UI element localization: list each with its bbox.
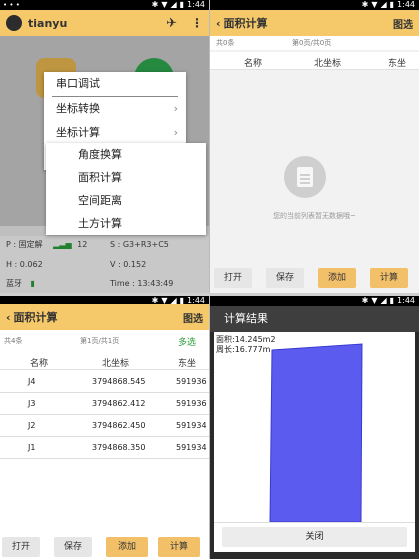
wifi-icon: ▼ [371,296,378,305]
table-header: 名称 北坐标 东坐 [210,52,419,70]
list-info-bar: 共4条 第1页/共1页 多选 [0,334,209,348]
empty-message: 您的当前列表暂无数据哦~ [273,212,356,220]
signal-icon: ◢ [380,296,387,305]
record-count: 共0条 [216,39,235,47]
bluetooth-icon: ✱ [361,296,369,305]
add-button[interactable]: 添加 [318,268,356,288]
column-east: 东坐 [178,359,197,369]
list-info-bar: 共0条 第0页/共0页 [210,36,419,50]
row-east: 591936 [176,399,207,408]
area-app-bar: ‹ 面积计算 图选 [210,10,419,36]
app-logo-icon [6,15,22,31]
battery-icon: ▮ [179,0,185,9]
chevron-right-icon: › [173,102,178,115]
wifi-icon: ▼ [161,0,168,9]
row-east: 591934 [176,421,207,430]
column-name: 名称 [30,359,49,369]
overflow-menu-icon[interactable]: ⋮ [191,16,203,30]
row-north: 3794868.545 [92,377,146,386]
column-north: 北坐标 [102,359,130,369]
action-bar: 打开 保存 添加 计算 [210,268,419,290]
column-name: 名称 [244,59,263,69]
add-button[interactable]: 添加 [106,537,148,557]
empty-list-icon [284,156,326,198]
map-select-button[interactable]: 图选 [183,310,203,325]
area-polygon-plot [269,343,363,522]
area-calc-list-screen: ✱ ▼ ◢ ▮ 1:44 ‹ 面积计算 图选 共4条 第1页/共1页 多选 名称… [0,296,209,559]
chevron-right-icon: › [173,126,178,139]
signal-icon: ◢ [170,0,177,9]
bluetooth-icon: ✱ [361,0,369,9]
row-north: 3794868.350 [92,443,146,452]
bluetooth-icon: ✱ [151,0,159,9]
map-select-button[interactable]: 图选 [393,16,413,31]
status-bar: ✱ ▼ ◢ ▮ 1:44 [210,296,419,306]
status-time: 1:44 [187,0,205,9]
submenu-item-area[interactable]: 面积计算 [46,166,206,189]
save-button[interactable]: 保存 [54,537,92,557]
menu-item-coord-convert[interactable]: 坐标转换 › [44,97,186,121]
status-time: 1:44 [397,296,415,305]
document-icon [297,167,313,187]
calc-result-screen: ✱ ▼ ◢ ▮ 1:44 计算结果 面积:14.245m2 周长:16.777m… [210,296,419,559]
wifi-icon: ▼ [371,0,378,9]
back-icon[interactable]: ‹ [6,311,11,324]
calculate-button[interactable]: 计算 [158,537,200,557]
coord-calc-submenu: 角度换算 面积计算 空间距离 土方计算 [46,143,206,235]
battery-icon: ▮ [389,296,395,305]
home-screen: • • • ✱ ▼ ◢ ▮ 1:44 tianyu ✈ ⋮ P : 固定解 ▂▃… [0,0,209,293]
table-header: 名称 北坐标 东坐 [0,352,209,370]
menu-item-label: 坐标转换 [56,102,100,115]
result-dialog-footer: 关闭 [214,522,415,552]
open-button[interactable]: 打开 [214,268,252,288]
multi-select-button[interactable]: 多选 [178,335,196,348]
save-button[interactable]: 保存 [266,268,304,288]
menu-item-serial-debug[interactable]: 串口调试 [44,72,186,96]
menu-item-label: 坐标计算 [56,126,100,139]
area-app-bar: ‹ 面积计算 图选 [0,304,209,330]
record-count: 共4条 [4,337,23,345]
row-east: 591936 [176,377,207,386]
area-polygon [269,343,363,522]
table-row[interactable]: J3 3794862.412 591936 [0,393,209,415]
result-dialog-title: 计算结果 [210,306,419,332]
submenu-item-distance[interactable]: 空间距离 [46,189,206,212]
signal-icon: ◢ [380,0,387,9]
close-button[interactable]: 关闭 [222,527,407,547]
app-title: tianyu [28,16,68,30]
page-indicator: 第1页/共1页 [80,337,120,345]
column-east: 东坐 [388,59,407,69]
row-north: 3794862.412 [92,399,146,408]
table-row[interactable]: J1 3794868.350 591934 [0,437,209,459]
home-app-bar: tianyu ✈ ⋮ [0,10,209,36]
satellite-icon[interactable]: ✈ [166,16,177,31]
menu-item-coord-calc[interactable]: 坐标计算 › [44,121,186,145]
submenu-item-angle[interactable]: 角度换算 [46,143,206,166]
row-name: J2 [28,421,36,430]
row-east: 591934 [176,443,207,452]
dots-icon: • • • [3,1,20,9]
open-button[interactable]: 打开 [2,537,40,557]
result-dialog-body: 面积:14.245m2 周长:16.777m [214,332,415,522]
calculate-button[interactable]: 计算 [370,268,408,288]
table-row[interactable]: J4 3794868.545 591936 [0,371,209,393]
menu-item-label: 串口调试 [56,77,100,90]
action-bar: 打开 保存 添加 计算 [0,537,209,559]
row-name: J1 [28,443,36,452]
column-north: 北坐标 [314,59,342,69]
row-name: J4 [28,377,36,386]
row-name: J3 [28,399,36,408]
status-time: 1:44 [397,0,415,9]
area-calc-empty-screen: ✱ ▼ ◢ ▮ 1:44 ‹ 面积计算 图选 共0条 第0页/共0页 名称 北坐… [210,0,419,293]
back-icon[interactable]: ‹ [216,17,221,30]
table-row[interactable]: J2 3794862.450 591934 [0,415,209,437]
page-indicator: 第0页/共0页 [292,39,332,47]
submenu-item-earthwork[interactable]: 土方计算 [46,212,206,235]
page-title: 面积计算 [13,311,58,324]
row-north: 3794862.450 [92,421,146,430]
battery-icon: ▮ [389,0,395,9]
page-title: 面积计算 [223,17,268,30]
status-bar: ✱ ▼ ◢ ▮ 1:44 [210,0,419,10]
status-bar: • • • ✱ ▼ ◢ ▮ 1:44 [0,0,209,10]
